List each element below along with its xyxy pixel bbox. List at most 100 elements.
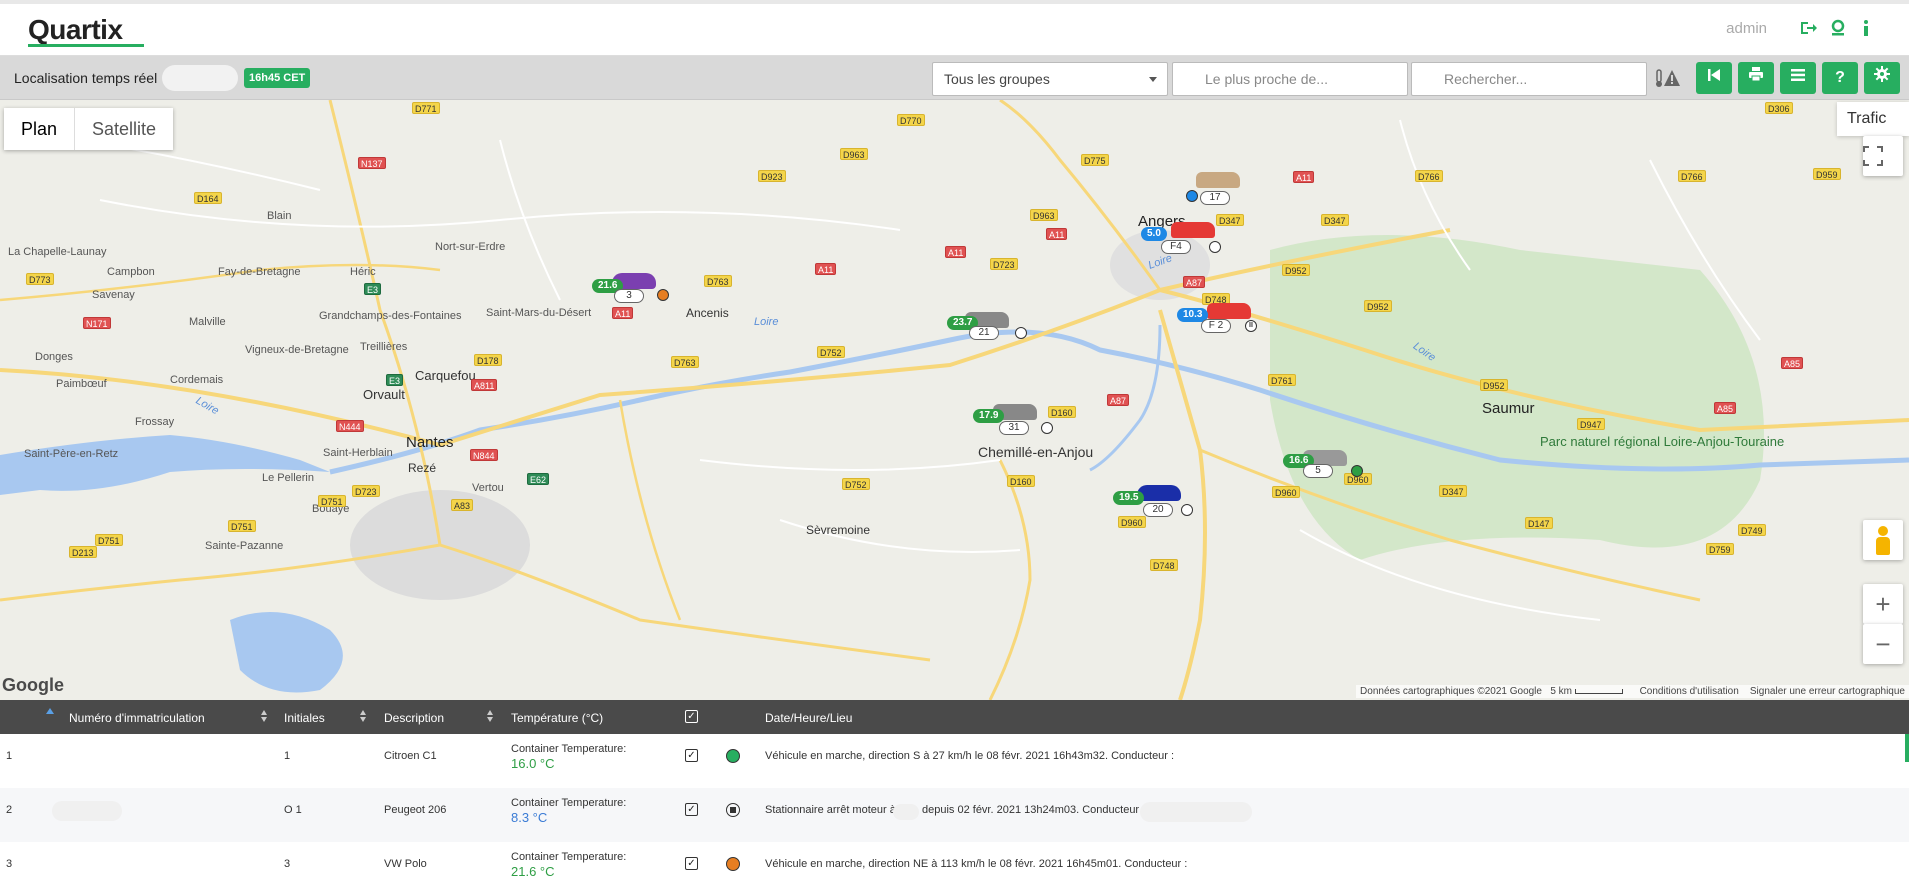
vehicle-marker[interactable]: 17 [1186,172,1246,212]
city-label: Orvault [363,387,405,402]
list-button[interactable] [1780,62,1816,94]
search-input[interactable] [1411,62,1647,96]
row-event: Véhicule en marche, direction NE à 113 k… [765,858,1188,870]
road-tag: N171 [83,317,111,329]
vehicle-marker[interactable]: 5.0 F4 [1141,222,1221,268]
col-registration[interactable]: Numéro d'immatriculation [69,711,205,725]
info-icon[interactable] [1855,18,1877,40]
current-user[interactable]: admin [1726,20,1767,37]
redacted-driver [1140,802,1252,822]
page-title: Localisation temps réel [14,70,158,86]
table-row[interactable]: 3 3 VW Polo Container Temperature: 21.6 … [0,842,1909,896]
row-number: 3 [6,858,13,870]
road-tag: N844 [470,449,498,461]
select-all-checkbox[interactable]: ✓ [685,710,698,723]
row-initials: 1 [284,750,291,762]
row-description: Citroen C1 [384,750,437,762]
clock-icon [1186,190,1198,202]
nearest-input[interactable] [1172,62,1408,96]
road-tag: D923 [758,170,786,182]
vehicle-marker[interactable]: 17.9 31 [973,404,1063,450]
map-footer: Données cartographiques ©2021 Google 5 k… [1356,685,1909,698]
road-tag: A85 [1781,357,1804,369]
row-initials: 3 [284,858,291,870]
zoom-out-button[interactable]: − [1863,624,1903,664]
town-label: Vertou [472,482,504,494]
table-row[interactable]: 2 O 1 Peugeot 206 Container Temperature:… [0,788,1909,842]
town-label: Fay-de-Bretagne [218,266,301,278]
print-button[interactable] [1738,62,1774,94]
table-row[interactable]: 1 1 Citroen C1 Container Temperature: 16… [0,734,1909,788]
gear-icon [1874,66,1890,82]
town-label: Le Pellerin [262,472,314,484]
road-tag: D763 [704,275,732,287]
redacted-account [162,65,238,91]
vehicle-marker[interactable]: 10.3 F 2 II [1177,303,1267,349]
col-temperature[interactable]: Température (°C) [511,711,603,725]
road-tag: N444 [336,420,364,432]
logout-icon[interactable] [1797,18,1819,40]
road-tag: A811 [471,379,498,391]
group-select[interactable]: Tous les groupes [932,62,1168,96]
sort-asc-icon[interactable] [46,708,54,714]
zoom-in-button[interactable]: + [1863,584,1903,624]
road-tag: A11 [815,263,837,275]
map-terms-link[interactable]: Conditions d'utilisation [1640,686,1739,697]
town-label: Héric [350,266,376,278]
row-checkbox[interactable]: ✓ [685,749,698,762]
fullscreen-button[interactable] [1863,136,1903,176]
road-tag: E3 [386,374,404,386]
map-scale: 5 km [1550,686,1572,697]
print-icon [1749,67,1763,82]
redacted-registration [52,801,122,821]
road-tag: A85 [1714,402,1737,414]
vehicle-marker[interactable]: 16.6 5 [1283,450,1373,496]
row-description: Peugeot 206 [384,804,447,816]
road-tag: E62 [527,473,550,485]
road-tag: D178 [474,354,502,366]
first-button[interactable] [1696,62,1732,94]
temperature-alert-icon[interactable] [1655,68,1681,93]
vehicle-marker[interactable]: 21.6 3 [592,273,672,321]
map-report-link[interactable]: Signaler une erreur cartographique [1750,686,1905,697]
row-description: VW Polo [384,858,427,870]
col-datetime[interactable]: Date/Heure/Lieu [765,711,852,725]
row-initials: O 1 [284,804,302,816]
city-label: Saumur [1482,400,1535,417]
toolbar: Localisation temps réel 16h45 CET Tous l… [0,56,1909,100]
map-type-satellite[interactable]: Satellite [75,108,173,150]
row-temp-label: Container Temperature: [511,797,627,809]
col-initials[interactable]: Initiales [284,711,325,725]
town-label: La Chapelle-Launay [8,246,107,258]
col-description[interactable]: Description [384,711,444,725]
road-tag: D775 [1081,154,1109,166]
row-checkbox[interactable]: ✓ [685,803,698,816]
road-tag: D723 [990,258,1018,270]
row-number: 2 [6,804,13,816]
road-tag: D164 [194,192,222,204]
road-tag: D751 [95,534,123,546]
street-view-pegman-icon[interactable] [1863,520,1903,560]
vehicle-id-tag: 3 [614,289,644,303]
river-label: Loire [754,316,779,328]
traffic-button[interactable]: Trafic [1837,102,1909,136]
vehicle-id-tag: 17 [1200,191,1230,205]
row-checkbox[interactable]: ✓ [685,857,698,870]
moving-icon [657,289,669,301]
help-button[interactable]: ? [1822,62,1858,94]
quartix-logo[interactable]: Quartix [28,14,123,46]
town-label: Vigneux-de-Bretagne [245,344,349,356]
vehicle-marker[interactable]: 23.7 21 [947,312,1037,358]
town-label: Treillières [360,341,408,353]
road-tag: A11 [1293,171,1315,183]
map-view[interactable]: Nantes Angers Saumur Rezé Chemillé-en-An… [0,100,1909,700]
map-type-plan[interactable]: Plan [4,108,76,150]
vehicle-marker[interactable]: 19.5 20 [1113,485,1203,533]
vehicle-id-tag: 5 [1303,464,1333,478]
settings-button[interactable] [1864,62,1900,94]
row-temp-label: Container Temperature: [511,743,627,755]
user-icon[interactable] [1827,18,1849,40]
town-label: Blain [267,210,292,222]
road-tag: D771 [412,102,440,114]
road-tag: D761 [1268,374,1296,386]
